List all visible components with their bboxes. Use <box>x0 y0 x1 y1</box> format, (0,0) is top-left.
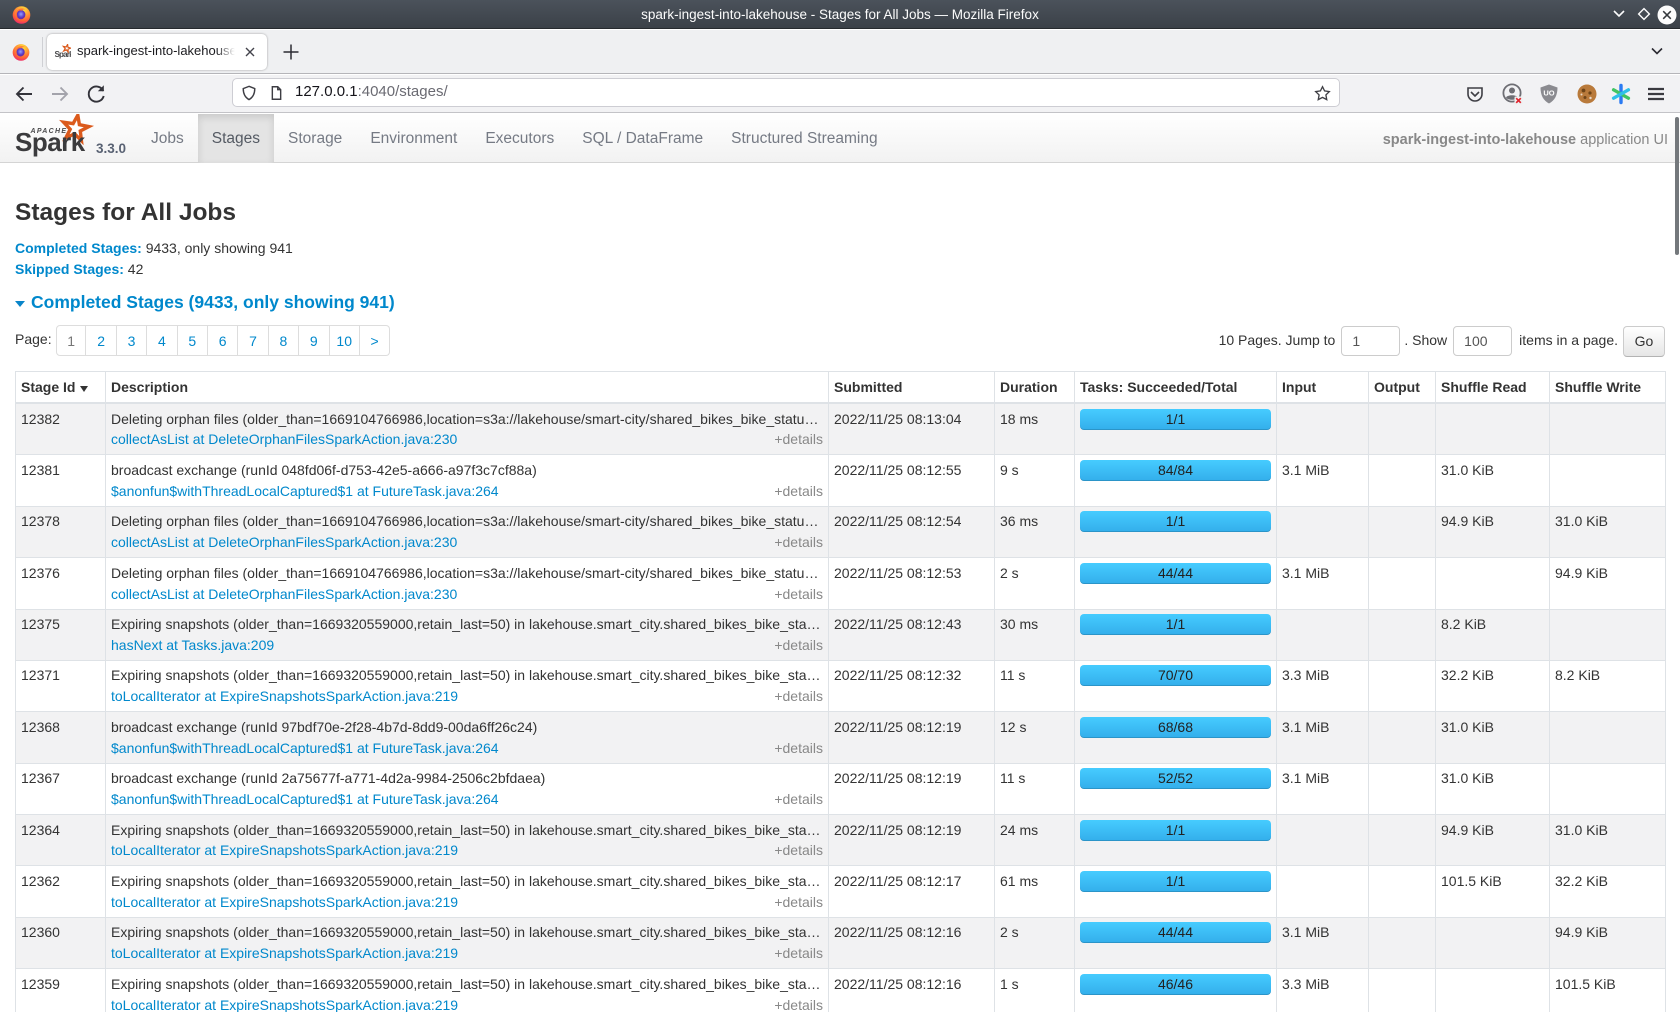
svg-text:Spark: Spark <box>15 127 86 157</box>
svg-text:UO: UO <box>1543 89 1554 98</box>
